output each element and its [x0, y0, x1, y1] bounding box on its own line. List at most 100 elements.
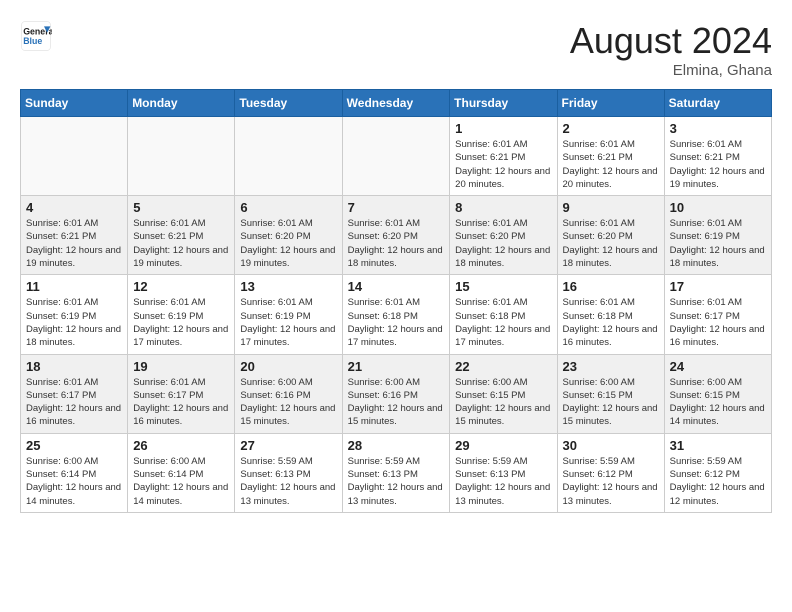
day-info: Sunrise: 6:00 AM Sunset: 6:15 PM Dayligh… [670, 376, 766, 429]
day-number: 5 [133, 200, 229, 215]
calendar-cell: 14Sunrise: 6:01 AM Sunset: 6:18 PM Dayli… [342, 275, 450, 354]
day-number: 25 [26, 438, 122, 453]
week-row-4: 18 Sunrise: 6:01 AM Sunset: 6:17 PM Dayli… [21, 354, 772, 433]
day-number: 2 [563, 121, 659, 136]
day-number: 10 [670, 200, 766, 215]
day-number: 26 [133, 438, 229, 453]
day-number: 3 [670, 121, 766, 136]
calendar-cell: 17Sunrise: 6:01 AM Sunset: 6:17 PM Dayli… [664, 275, 771, 354]
calendar-cell: 10Sunrise: 6:01 AM Sunset: 6:19 PM Dayli… [664, 196, 771, 275]
day-number: 27 [240, 438, 336, 453]
calendar-cell: 5 Sunrise: 6:01 AM Sunset: 6:21 PM Daylig… [128, 196, 235, 275]
calendar-cell: 8 Sunrise: 6:01 AM Sunset: 6:20 PM Daylig… [450, 196, 557, 275]
calendar-cell: 6 Sunrise: 6:01 AM Sunset: 6:20 PM Daylig… [235, 196, 342, 275]
day-number: 20 [240, 359, 336, 374]
day-info: Sunrise: 6:00 AM Sunset: 6:15 PM Dayligh… [563, 376, 659, 429]
day-number: 29 [455, 438, 551, 453]
day-info: Sunrise: 6:01 AM Sunset: 6:18 PM Dayligh… [563, 296, 659, 349]
calendar-cell: 23 Sunrise: 6:00 AM Sunset: 6:15 PM Dayli… [557, 354, 664, 433]
day-number: 6 [240, 200, 336, 215]
day-number: 24 [670, 359, 766, 374]
calendar-cell: 24 Sunrise: 6:00 AM Sunset: 6:15 PM Dayli… [664, 354, 771, 433]
calendar-cell: 9 Sunrise: 6:01 AM Sunset: 6:20 PM Daylig… [557, 196, 664, 275]
day-info: Sunrise: 5:59 AM Sunset: 6:12 PM Dayligh… [563, 455, 659, 508]
day-info: Sunrise: 5:59 AM Sunset: 6:13 PM Dayligh… [240, 455, 336, 508]
day-info: Sunrise: 6:01 AM Sunset: 6:17 PM Dayligh… [133, 376, 229, 429]
calendar-cell [235, 117, 342, 196]
day-info: Sunrise: 6:00 AM Sunset: 6:14 PM Dayligh… [133, 455, 229, 508]
svg-text:Blue: Blue [23, 36, 42, 46]
day-info: Sunrise: 5:59 AM Sunset: 6:13 PM Dayligh… [455, 455, 551, 508]
week-row-2: 4 Sunrise: 6:01 AM Sunset: 6:21 PM Daylig… [21, 196, 772, 275]
weekday-monday: Monday [128, 90, 235, 117]
weekday-friday: Friday [557, 90, 664, 117]
day-number: 12 [133, 279, 229, 294]
day-info: Sunrise: 6:01 AM Sunset: 6:20 PM Dayligh… [348, 217, 445, 270]
day-number: 22 [455, 359, 551, 374]
day-info: Sunrise: 6:01 AM Sunset: 6:21 PM Dayligh… [133, 217, 229, 270]
day-info: Sunrise: 6:01 AM Sunset: 6:21 PM Dayligh… [455, 138, 551, 191]
calendar-cell [342, 117, 450, 196]
title-block: August 2024 Elmina, Ghana [570, 20, 772, 79]
weekday-saturday: Saturday [664, 90, 771, 117]
calendar-cell: 27 Sunrise: 5:59 AM Sunset: 6:13 PM Dayli… [235, 433, 342, 512]
day-info: Sunrise: 6:01 AM Sunset: 6:17 PM Dayligh… [670, 296, 766, 349]
day-info: Sunrise: 6:01 AM Sunset: 6:20 PM Dayligh… [240, 217, 336, 270]
week-row-1: 1Sunrise: 6:01 AM Sunset: 6:21 PM Daylig… [21, 117, 772, 196]
logo: General Blue [20, 20, 52, 52]
day-number: 16 [563, 279, 659, 294]
day-info: Sunrise: 6:01 AM Sunset: 6:21 PM Dayligh… [563, 138, 659, 191]
weekday-tuesday: Tuesday [235, 90, 342, 117]
day-info: Sunrise: 6:01 AM Sunset: 6:18 PM Dayligh… [348, 296, 445, 349]
calendar-cell: 3 Sunrise: 6:01 AM Sunset: 6:21 PM Daylig… [664, 117, 771, 196]
day-number: 31 [670, 438, 766, 453]
day-info: Sunrise: 6:00 AM Sunset: 6:16 PM Dayligh… [240, 376, 336, 429]
weekday-wednesday: Wednesday [342, 90, 450, 117]
weekday-header-row: SundayMondayTuesdayWednesdayThursdayFrid… [21, 90, 772, 117]
calendar-table: SundayMondayTuesdayWednesdayThursdayFrid… [20, 89, 772, 513]
day-info: Sunrise: 6:01 AM Sunset: 6:19 PM Dayligh… [26, 296, 122, 349]
weekday-sunday: Sunday [21, 90, 128, 117]
day-number: 13 [240, 279, 336, 294]
day-info: Sunrise: 6:00 AM Sunset: 6:14 PM Dayligh… [26, 455, 122, 508]
calendar-cell: 1Sunrise: 6:01 AM Sunset: 6:21 PM Daylig… [450, 117, 557, 196]
day-number: 15 [455, 279, 551, 294]
day-info: Sunrise: 6:01 AM Sunset: 6:17 PM Dayligh… [26, 376, 122, 429]
calendar-cell: 7 Sunrise: 6:01 AM Sunset: 6:20 PM Daylig… [342, 196, 450, 275]
day-number: 23 [563, 359, 659, 374]
day-number: 7 [348, 200, 445, 215]
day-number: 18 [26, 359, 122, 374]
day-number: 19 [133, 359, 229, 374]
calendar-cell: 4 Sunrise: 6:01 AM Sunset: 6:21 PM Daylig… [21, 196, 128, 275]
day-info: Sunrise: 6:01 AM Sunset: 6:19 PM Dayligh… [240, 296, 336, 349]
calendar-cell: 19 Sunrise: 6:01 AM Sunset: 6:17 PM Dayli… [128, 354, 235, 433]
week-row-5: 25 Sunrise: 6:00 AM Sunset: 6:14 PM Dayli… [21, 433, 772, 512]
day-number: 11 [26, 279, 122, 294]
day-number: 21 [348, 359, 445, 374]
calendar-cell: 26 Sunrise: 6:00 AM Sunset: 6:14 PM Dayli… [128, 433, 235, 512]
day-info: Sunrise: 6:01 AM Sunset: 6:20 PM Dayligh… [563, 217, 659, 270]
day-info: Sunrise: 6:01 AM Sunset: 6:20 PM Dayligh… [455, 217, 551, 270]
day-number: 30 [563, 438, 659, 453]
day-info: Sunrise: 6:01 AM Sunset: 6:18 PM Dayligh… [455, 296, 551, 349]
calendar-cell [21, 117, 128, 196]
day-number: 9 [563, 200, 659, 215]
calendar-cell: 11 Sunrise: 6:01 AM Sunset: 6:19 PM Dayli… [21, 275, 128, 354]
calendar-cell: 13 Sunrise: 6:01 AM Sunset: 6:19 PM Dayli… [235, 275, 342, 354]
day-number: 4 [26, 200, 122, 215]
calendar-cell: 22 Sunrise: 6:00 AM Sunset: 6:15 PM Dayli… [450, 354, 557, 433]
location: Elmina, Ghana [570, 62, 772, 79]
day-number: 8 [455, 200, 551, 215]
day-info: Sunrise: 6:00 AM Sunset: 6:15 PM Dayligh… [455, 376, 551, 429]
page-header: General Blue August 2024 Elmina, Ghana [20, 20, 772, 79]
week-row-3: 11 Sunrise: 6:01 AM Sunset: 6:19 PM Dayli… [21, 275, 772, 354]
logo-icon: General Blue [20, 20, 52, 52]
day-info: Sunrise: 6:01 AM Sunset: 6:21 PM Dayligh… [670, 138, 766, 191]
calendar-cell: 25 Sunrise: 6:00 AM Sunset: 6:14 PM Dayli… [21, 433, 128, 512]
day-info: Sunrise: 5:59 AM Sunset: 6:13 PM Dayligh… [348, 455, 445, 508]
day-info: Sunrise: 6:01 AM Sunset: 6:21 PM Dayligh… [26, 217, 122, 270]
weekday-thursday: Thursday [450, 90, 557, 117]
calendar-cell: 20 Sunrise: 6:00 AM Sunset: 6:16 PM Dayli… [235, 354, 342, 433]
day-info: Sunrise: 6:01 AM Sunset: 6:19 PM Dayligh… [133, 296, 229, 349]
day-info: Sunrise: 5:59 AM Sunset: 6:12 PM Dayligh… [670, 455, 766, 508]
